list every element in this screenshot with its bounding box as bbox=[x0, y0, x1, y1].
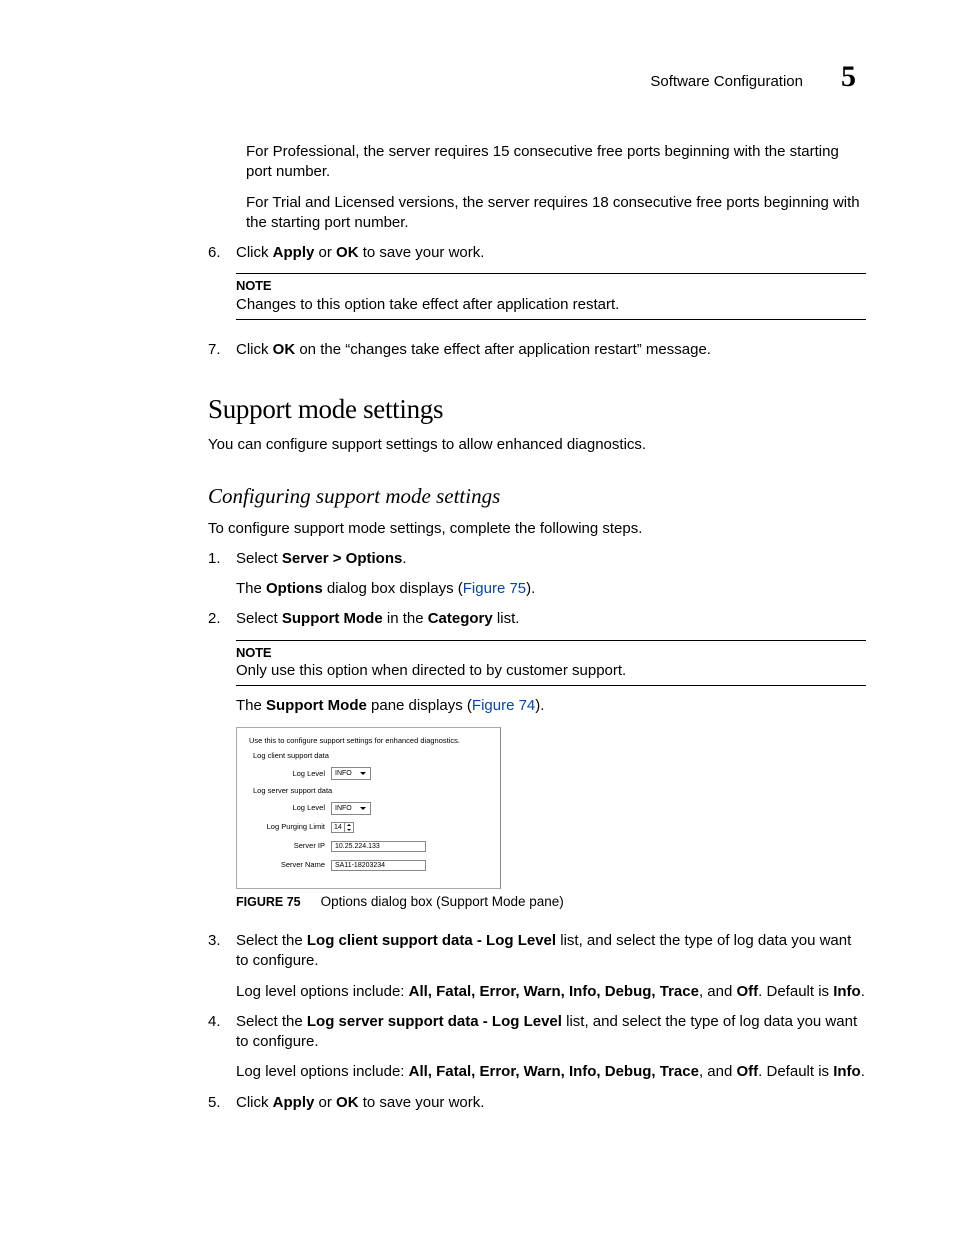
step-text: Select the Log server support data - Log… bbox=[236, 1012, 866, 1053]
server-name-label: Server Name bbox=[265, 860, 325, 870]
server-ip-field[interactable]: 10.25.224.133 bbox=[331, 841, 426, 852]
spinner-value[interactable]: 14 bbox=[331, 822, 345, 833]
step-number: 2. bbox=[208, 609, 236, 915]
step-number: 5. bbox=[208, 1093, 236, 1113]
intro-block: For Professional, the server requires 15… bbox=[246, 142, 866, 233]
step-subtext: The Support Mode pane displays (Figure 7… bbox=[236, 696, 866, 716]
step-5: 5. Click Apply or OK to save your work. bbox=[208, 1093, 866, 1113]
chapter-number: 5 bbox=[841, 60, 856, 94]
step-1: 1. Select Server > Options. The Options … bbox=[208, 549, 866, 600]
step-7: 7. Click OK on the “changes take effect … bbox=[208, 340, 866, 360]
subsection-intro: To configure support mode settings, comp… bbox=[208, 519, 866, 539]
log-purging-limit-spinner[interactable]: 14 bbox=[331, 822, 354, 833]
options-dialog-support-mode-pane: Use this to configure support settings f… bbox=[236, 727, 501, 889]
log-purging-limit-label: Log Purging Limit bbox=[265, 822, 325, 832]
step-6: 6. Click Apply or OK to save your work. … bbox=[208, 243, 866, 330]
intro-para-2: For Trial and Licensed versions, the ser… bbox=[246, 193, 866, 234]
note-title: NOTE bbox=[236, 644, 866, 662]
combo-value: INFO bbox=[335, 804, 352, 813]
step-number: 7. bbox=[208, 340, 236, 360]
header-title: Software Configuration bbox=[650, 73, 803, 90]
step-4: 4. Select the Log server support data - … bbox=[208, 1012, 866, 1083]
step-subtext: Log level options include: All, Fatal, E… bbox=[236, 982, 866, 1002]
step-text: Select the Log client support data - Log… bbox=[236, 931, 866, 972]
xref-figure-75[interactable]: Figure 75 bbox=[463, 580, 526, 597]
log-level-label: Log Level bbox=[265, 769, 325, 779]
log-level-label: Log Level bbox=[265, 803, 325, 813]
figure-caption: FIGURE 75 Options dialog box (Support Mod… bbox=[236, 893, 866, 911]
figure-caption-text: Options dialog box (Support Mode pane) bbox=[321, 894, 564, 909]
section-intro: You can configure support settings to al… bbox=[208, 435, 866, 455]
step-3: 3. Select the Log client support data - … bbox=[208, 931, 866, 1002]
step-2: 2. Select Support Mode in the Category l… bbox=[208, 609, 866, 915]
combo-value: INFO bbox=[335, 769, 352, 778]
step-text: Click Apply or OK to save your work. bbox=[236, 243, 866, 263]
step-subtext: The Options dialog box displays (Figure … bbox=[236, 579, 866, 599]
note-text: Changes to this option take effect after… bbox=[236, 295, 866, 315]
spinner-down-icon[interactable] bbox=[345, 827, 353, 832]
note-text: Only use this option when directed to by… bbox=[236, 661, 866, 681]
step-number: 4. bbox=[208, 1012, 236, 1083]
step-text: Select Support Mode in the Category list… bbox=[236, 609, 866, 629]
group-log-client: Log client support data bbox=[253, 751, 490, 761]
intro-para-1: For Professional, the server requires 15… bbox=[246, 142, 866, 183]
step-number: 6. bbox=[208, 243, 236, 330]
dropdown-arrow-icon[interactable] bbox=[358, 769, 368, 778]
figure-75: Use this to configure support settings f… bbox=[236, 727, 866, 911]
step-text: Click OK on the “changes take effect aft… bbox=[236, 340, 866, 360]
figure-label: FIGURE 75 bbox=[236, 895, 301, 909]
step-text: Click Apply or OK to save your work. bbox=[236, 1093, 866, 1113]
server-ip-label: Server IP bbox=[265, 841, 325, 851]
note-box: NOTE Changes to this option take effect … bbox=[236, 273, 866, 320]
step-text: Select Server > Options. bbox=[236, 549, 866, 569]
log-level-server-combo[interactable]: INFO bbox=[331, 802, 371, 815]
server-name-field[interactable]: SA11-18203234 bbox=[331, 860, 426, 871]
log-level-client-combo[interactable]: INFO bbox=[331, 767, 371, 780]
dialog-description: Use this to configure support settings f… bbox=[249, 736, 490, 746]
step-number: 3. bbox=[208, 931, 236, 1002]
page-header: Software Configuration 5 bbox=[88, 60, 866, 94]
section-heading-support-mode: Support mode settings bbox=[208, 394, 866, 425]
subsection-heading-configuring: Configuring support mode settings bbox=[208, 484, 866, 509]
step-number: 1. bbox=[208, 549, 236, 600]
xref-figure-74[interactable]: Figure 74 bbox=[472, 697, 535, 714]
step-subtext: Log level options include: All, Fatal, E… bbox=[236, 1062, 866, 1082]
note-title: NOTE bbox=[236, 277, 866, 295]
note-box: NOTE Only use this option when directed … bbox=[236, 640, 866, 687]
dropdown-arrow-icon[interactable] bbox=[358, 804, 368, 813]
group-log-server: Log server support data bbox=[253, 786, 490, 796]
document-page: Software Configuration 5 For Professiona… bbox=[0, 0, 954, 1235]
